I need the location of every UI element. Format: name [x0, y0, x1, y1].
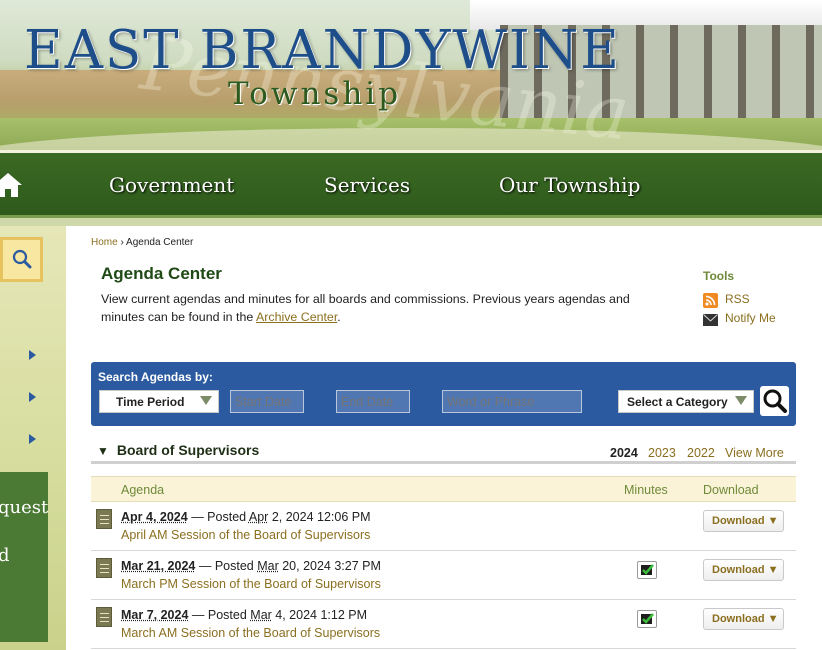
- nav-government[interactable]: Government: [109, 173, 234, 197]
- year-2022-tab[interactable]: 2022: [687, 446, 715, 460]
- minutes-button[interactable]: [637, 610, 657, 628]
- category-select[interactable]: Select a Category: [618, 390, 754, 413]
- search-submit-button[interactable]: [760, 386, 789, 416]
- search-agendas-bar: Search Agendas by: Time Period Select a …: [91, 362, 796, 426]
- view-more-link[interactable]: View More: [725, 446, 784, 460]
- envelope-icon: [703, 314, 718, 326]
- checkmark-icon: [641, 613, 654, 624]
- collapse-triangle-icon[interactable]: ▼: [97, 444, 109, 458]
- page-intro: View current agendas and minutes for all…: [101, 292, 630, 324]
- table-row: Apr 4, 2024 — Posted Apr 2, 2024 12:06 P…: [91, 502, 796, 551]
- tools-heading: Tools: [703, 269, 735, 283]
- agenda-date-line: Mar 21, 2024 — Posted Mar 20, 2024 3:27 …: [121, 559, 381, 573]
- agenda-title-link[interactable]: April AM Session of the Board of Supervi…: [121, 528, 370, 542]
- site-title[interactable]: EAST BRANDYWINE: [24, 20, 621, 81]
- download-dropdown-button[interactable]: Download ▼: [703, 608, 784, 630]
- nav-services[interactable]: Services: [324, 173, 410, 197]
- sidebar-quick-links[interactable]: quest d: [0, 472, 48, 642]
- agenda-table-header: Agenda Minutes Download: [91, 476, 796, 502]
- breadcrumb-current: Agenda Center: [126, 237, 194, 248]
- search-icon: [763, 389, 787, 413]
- minutes-column-header: Minutes: [624, 483, 668, 497]
- notify-me-link[interactable]: Notify Me: [703, 311, 783, 327]
- download-column-header: Download: [703, 483, 759, 497]
- agenda-date-line: Mar 7, 2024 — Posted Mar 4, 2024 1:12 PM: [121, 608, 368, 622]
- rss-link[interactable]: RSS: [703, 292, 783, 308]
- agenda-title-link[interactable]: March PM Session of the Board of Supervi…: [121, 577, 381, 591]
- main-nav: Government Services Our Township: [0, 153, 822, 218]
- site-subtitle[interactable]: Township: [228, 76, 401, 112]
- page-title: Agenda Center: [101, 264, 222, 283]
- time-period-select[interactable]: Time Period: [99, 390, 219, 413]
- end-date-input[interactable]: [336, 390, 410, 413]
- download-dropdown-button[interactable]: Download ▼: [703, 559, 784, 581]
- sidebar-expand-icon[interactable]: [29, 350, 36, 360]
- phrase-input[interactable]: [442, 390, 582, 413]
- sidebar-expand-icon[interactable]: [29, 392, 36, 402]
- year-2023-tab[interactable]: 2023: [648, 446, 676, 460]
- agenda-date-line: Apr 4, 2024 — Posted Apr 2, 2024 12:06 P…: [121, 510, 371, 524]
- board-heading[interactable]: ▼ Board of Supervisors: [97, 442, 259, 458]
- divider: [91, 461, 796, 464]
- search-agendas-label: Search Agendas by:: [98, 370, 213, 384]
- sidebar-expand-icon[interactable]: [29, 434, 36, 444]
- download-dropdown-button[interactable]: Download ▼: [703, 510, 784, 532]
- sidebar-search-button[interactable]: [0, 237, 43, 282]
- document-icon: [96, 509, 112, 529]
- start-date-input[interactable]: [230, 390, 304, 413]
- breadcrumb-home[interactable]: Home: [91, 237, 118, 248]
- rss-icon: [703, 293, 718, 308]
- year-2024-tab[interactable]: 2024: [610, 446, 638, 460]
- search-icon: [12, 249, 32, 269]
- breadcrumb: Home › Agenda Center: [91, 237, 194, 248]
- table-row: Mar 21, 2024 — Posted Mar 20, 2024 3:27 …: [91, 551, 796, 600]
- checkmark-icon: [641, 564, 654, 575]
- minutes-button[interactable]: [637, 561, 657, 579]
- archive-center-link[interactable]: Archive Center: [256, 310, 337, 324]
- table-row: Mar 7, 2024 — Posted Mar 4, 2024 1:12 PM…: [91, 600, 796, 649]
- chevron-down-icon: [735, 396, 747, 405]
- agenda-title-link[interactable]: March AM Session of the Board of Supervi…: [121, 626, 380, 640]
- agenda-column-header: Agenda: [121, 483, 165, 497]
- document-icon: [96, 558, 112, 578]
- chevron-down-icon: [200, 396, 212, 405]
- nav-our-township[interactable]: Our Township: [499, 173, 640, 197]
- document-icon: [96, 607, 112, 627]
- header-banner: Pennsylvania EAST BRANDYWINE Township: [0, 0, 822, 150]
- home-icon[interactable]: [0, 172, 22, 198]
